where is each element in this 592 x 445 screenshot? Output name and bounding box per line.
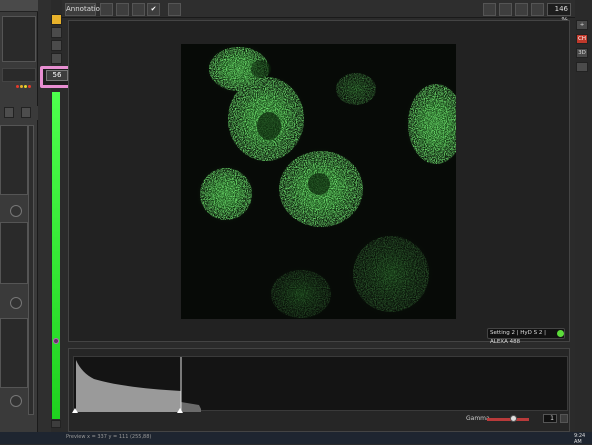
histogram[interactable] [73,356,568,412]
zoom-level[interactable]: 146 % [547,3,571,24]
histogram-graph [76,357,201,412]
channel-setting-label: Setting 2 | HyD S 2 | ALEXA 488 [487,328,565,345]
gamma-value[interactable]: 1 [543,414,557,423]
status-dots [16,73,32,92]
select-tool-icon[interactable] [100,3,113,16]
fluorescence-picture [181,44,456,319]
lock-icon[interactable] [10,297,22,309]
left-panel [0,0,38,444]
histogram-min-handle[interactable] [72,408,78,413]
tool-column [51,14,62,64]
rotate-tool-icon[interactable] [51,40,62,51]
left-toolbar [0,106,38,120]
left-block-top [2,16,36,62]
left-thumb-2[interactable] [0,222,28,284]
channel-button[interactable]: CH [576,34,588,44]
annotations-button[interactable]: Annotations [65,3,108,16]
lock-icon[interactable] [10,205,22,217]
top-toolbar: Annotations ✔ 146 % [62,0,575,24]
left-thumb-3[interactable] [0,318,28,388]
channel-status-dot [557,330,564,337]
left-indicator-row [2,68,36,88]
bar-bottom-button[interactable] [51,420,61,428]
hand-tool-icon[interactable] [51,53,62,64]
scan-icon[interactable] [168,3,181,16]
lock-icon[interactable] [10,395,22,407]
gamma-slider-knob[interactable] [510,415,517,422]
add-icon[interactable]: + [576,20,588,30]
line-tool-icon[interactable] [51,27,62,38]
box-tool-icon[interactable] [132,3,145,16]
cursor-status: Preview x = 337 y = 111 (255,88) [66,434,152,440]
left-thumb-1[interactable] [0,125,28,195]
intensity-marker[interactable] [53,338,59,344]
left-scrollbar[interactable] [28,125,34,415]
checkmark-icon[interactable]: ✔ [147,3,160,16]
gamma-reset-button[interactable] [560,414,568,423]
left-panel-header [0,0,38,12]
zoom-out-icon[interactable] [499,3,512,16]
highlighted-value-button[interactable]: 56 [46,70,68,81]
microscopy-image[interactable] [181,44,456,319]
crop-tool-icon[interactable] [116,3,129,16]
fit-screen-icon[interactable] [531,3,544,16]
gamma-slider[interactable] [487,418,529,421]
trash-icon[interactable] [21,107,31,118]
histogram-max-handle[interactable] [177,408,183,413]
intensity-bar[interactable] [52,92,60,419]
wand-icon[interactable] [483,3,496,16]
list-icon[interactable] [4,107,14,118]
panel-toggle-icon[interactable] [576,62,588,72]
3d-button[interactable]: 3D [576,48,588,58]
zoom-in-icon[interactable] [515,3,528,16]
color-tool-icon[interactable] [51,14,62,25]
clock-time[interactable]: 9:24 AM [574,433,592,445]
